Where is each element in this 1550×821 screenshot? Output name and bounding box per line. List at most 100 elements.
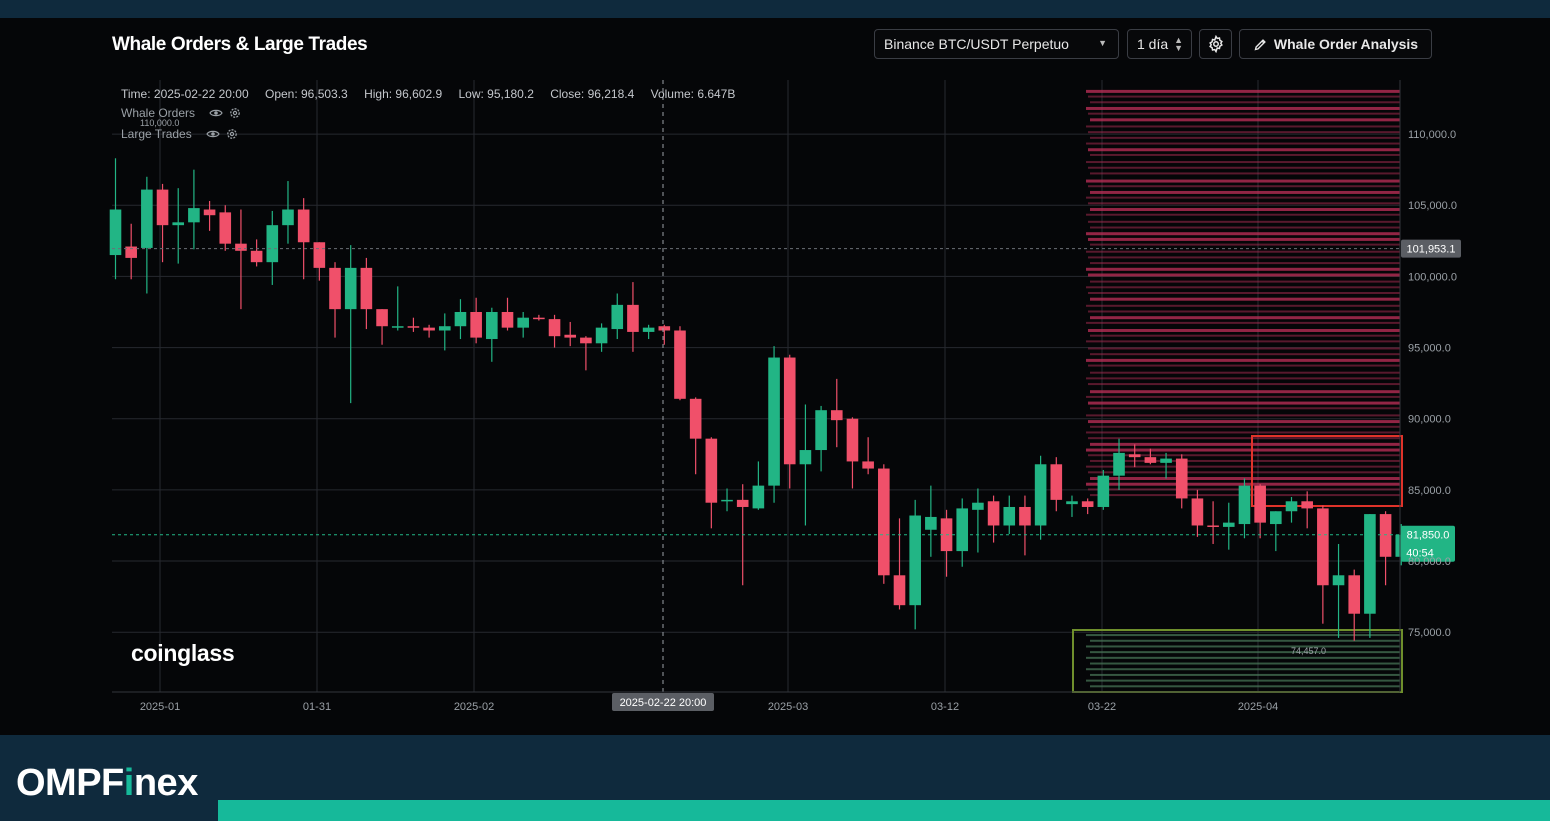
brand-prefix: OMPF [16, 762, 124, 804]
candle-down [1254, 485, 1266, 523]
ask-wall-level [1086, 395, 1400, 398]
candle-up [1238, 485, 1251, 525]
ask-wall-level [1086, 465, 1400, 468]
chart-canvas[interactable]: 101,953.181,850.040:542025-02-22 20:0074… [0, 0, 1550, 821]
ask-wall-level [1086, 321, 1400, 324]
candle-down [250, 250, 263, 263]
legend-high: High: 96,602.9 [364, 87, 443, 101]
candle-down [783, 357, 796, 465]
ask-wall-level [1086, 482, 1400, 486]
pencil-icon [1254, 38, 1266, 50]
candle-down [658, 326, 671, 331]
legend-low: Low: 95,180.2 [458, 87, 534, 101]
gear-icon [1208, 35, 1223, 53]
ask-wall-level [1086, 213, 1400, 216]
bid-wall-level [1090, 651, 1400, 654]
candle-down [360, 267, 373, 310]
candle-down [1301, 501, 1313, 509]
candle-down [1050, 464, 1063, 500]
ask-wall-level [1088, 420, 1400, 424]
candle-up [438, 326, 451, 331]
candle-up [344, 267, 357, 310]
candle-down [736, 499, 749, 507]
ask-wall-level [1086, 267, 1400, 271]
eye-icon[interactable] [209, 108, 223, 118]
ask-wall-level [1090, 262, 1400, 265]
candle-down [627, 304, 639, 332]
time-tick-label: 2025-02 [454, 701, 494, 713]
indicator-whale-orders[interactable]: Whale Orders [121, 106, 241, 120]
candle-up [1003, 506, 1016, 526]
ask-wall-level [1088, 291, 1400, 294]
ask-wall-level [1088, 437, 1400, 440]
legend-close: Close: 96,218.4 [550, 87, 635, 101]
candle-down [203, 209, 216, 216]
candle-up [815, 410, 827, 451]
bid-wall-level [1090, 662, 1400, 665]
gear-icon[interactable] [226, 128, 238, 140]
time-tick-label: 2025-01 [140, 701, 180, 713]
ask-wall-level [1090, 316, 1400, 320]
candle-down [313, 242, 326, 268]
candle-up [1066, 501, 1078, 505]
gear-icon[interactable] [229, 107, 241, 119]
ask-wall-level [1086, 232, 1400, 236]
candle-down [235, 243, 247, 251]
settings-button[interactable] [1199, 29, 1232, 59]
ohlc-legend: Time: 2025-02-22 20:00 Open: 96,503.3 Hi… [121, 87, 748, 101]
candle-up [642, 327, 655, 332]
candle-down [533, 317, 545, 320]
bid-wall-level [1090, 685, 1400, 688]
chevron-down-icon: ▼ [1098, 38, 1107, 48]
candle-down [219, 212, 232, 244]
candle-down [862, 461, 874, 469]
ask-wall-level [1088, 148, 1400, 152]
candle-down [329, 267, 341, 310]
eye-icon[interactable] [206, 129, 220, 139]
candle-up [1332, 575, 1345, 586]
symbol-select-label: Binance BTC/USDT Perpetuo [884, 36, 1069, 52]
ask-wall-level [1088, 202, 1400, 205]
ask-wall-level [1088, 401, 1400, 405]
candle-up [595, 327, 608, 344]
bid-wall-level [1086, 679, 1400, 682]
candle-down [705, 438, 718, 503]
whale-order-analysis-button[interactable]: Whale Order Analysis [1239, 29, 1432, 59]
indicator-large-trades[interactable]: Large Trades [121, 127, 238, 141]
candle-up [486, 311, 498, 340]
time-tick-label: 2025-04 [1238, 701, 1278, 713]
candle-down [470, 311, 482, 338]
price-tick-label: 85,000.0 [1408, 485, 1451, 497]
brand-logo: OMPFinex [16, 762, 198, 805]
ask-wall-level [1090, 172, 1400, 175]
ask-wall-level [1086, 89, 1400, 93]
ask-wall-level [1086, 286, 1400, 289]
time-tick-label: 03-12 [931, 701, 959, 713]
candle-up [909, 515, 921, 606]
candle-up [141, 189, 153, 248]
legend-open: Open: 96,503.3 [264, 87, 348, 101]
ask-wall-level [1090, 334, 1400, 337]
ask-wall-level [1086, 250, 1400, 253]
ask-wall-level [1088, 185, 1400, 188]
ask-wall-level [1090, 226, 1400, 229]
ask-wall-level [1086, 161, 1400, 164]
crosshair-time-label: 2025-02-22 20:00 [620, 697, 707, 709]
candle-down [156, 189, 169, 226]
ask-wall-level [1088, 256, 1400, 259]
time-tick-label: 03-22 [1088, 701, 1116, 713]
candle-up [752, 485, 765, 509]
ask-wall-level [1086, 377, 1400, 380]
candle-up [172, 222, 185, 226]
ask-wall-level [1090, 371, 1400, 374]
interval-select[interactable]: 1 día ▲ ▼ [1127, 29, 1192, 59]
time-axis: 2025-01 01-31 2025-02 2025-03 03-12 03-22 2025… [112, 691, 1400, 713]
candle-down [878, 468, 890, 576]
candle-up [266, 225, 279, 263]
candle-down [548, 319, 561, 337]
ask-wall-level [1090, 425, 1400, 428]
ask-wall-level [1086, 431, 1400, 434]
bid-wall-level [1086, 668, 1400, 671]
symbol-select[interactable]: Binance BTC/USDT Perpetuo ▼ [874, 29, 1119, 59]
candle-up [517, 317, 529, 328]
